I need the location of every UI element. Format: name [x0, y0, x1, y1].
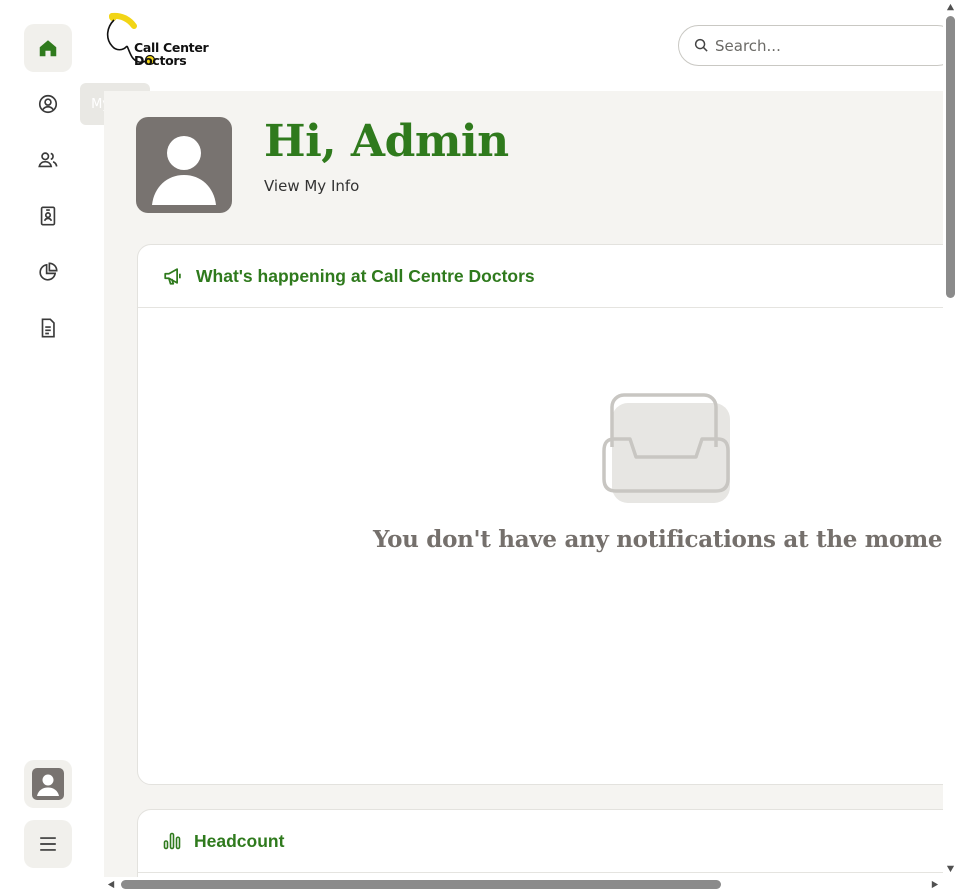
headcount-card: Headcount: [137, 809, 943, 877]
vertical-scroll-thumb[interactable]: [946, 16, 955, 298]
whats-happening-card: What's happening at Call Centre Doctors …: [137, 244, 943, 785]
sidebar-item-my-info[interactable]: [24, 80, 72, 128]
whats-happening-header: What's happening at Call Centre Doctors: [138, 245, 943, 308]
headcount-title: Headcount: [194, 830, 285, 851]
empty-inbox-icon: [602, 393, 730, 503]
horizontal-scrollbar[interactable]: [104, 877, 943, 892]
main-content: Hi, Admin View My Info What's happening …: [104, 91, 943, 877]
vertical-scrollbar[interactable]: [943, 0, 958, 877]
profile-avatar[interactable]: [136, 117, 232, 213]
empty-notifications-message: You don't have any notifications at the …: [373, 526, 943, 553]
sidebar-item-directory[interactable]: [24, 192, 72, 240]
sidebar-item-home[interactable]: [24, 24, 72, 72]
headcount-header: Headcount: [138, 810, 943, 873]
scroll-right-arrow-icon[interactable]: [930, 880, 939, 889]
search-input[interactable]: [715, 34, 935, 58]
document-icon: [41, 318, 55, 338]
megaphone-icon: [164, 268, 181, 285]
sidebar-item-reports[interactable]: [24, 248, 72, 296]
avatar-icon: [32, 768, 64, 800]
greeting-heading: Hi, Admin: [264, 116, 509, 167]
home-icon: [39, 40, 57, 57]
sidebar: [0, 0, 104, 892]
users-icon: [38, 152, 58, 168]
id-badge-icon: [40, 206, 56, 226]
whats-happening-title: What's happening at Call Centre Doctors: [196, 265, 535, 286]
view-my-info-link[interactable]: View My Info: [264, 177, 359, 195]
user-silhouette-icon: [152, 136, 216, 205]
sidebar-profile-avatar[interactable]: [24, 760, 72, 808]
scroll-up-arrow-icon[interactable]: [946, 3, 955, 12]
pie-chart-icon: [39, 262, 58, 281]
bar-chart-icon: [163, 832, 181, 850]
horizontal-scroll-thumb[interactable]: [121, 880, 721, 889]
scroll-left-arrow-icon[interactable]: [107, 880, 116, 889]
sidebar-item-people[interactable]: [24, 136, 72, 184]
top-bar: Call Center Doctors: [104, 0, 958, 91]
user-circle-icon: [38, 94, 58, 114]
sidebar-menu-button[interactable]: [24, 820, 72, 868]
search-icon: [694, 38, 708, 52]
hamburger-icon: [40, 837, 56, 851]
search-box[interactable]: [678, 25, 958, 66]
sidebar-item-documents[interactable]: [24, 304, 72, 352]
scroll-down-arrow-icon[interactable]: [946, 864, 955, 873]
company-logo[interactable]: Call Center Doctors: [104, 12, 214, 78]
logo-text-line2: Doctors: [134, 53, 187, 68]
